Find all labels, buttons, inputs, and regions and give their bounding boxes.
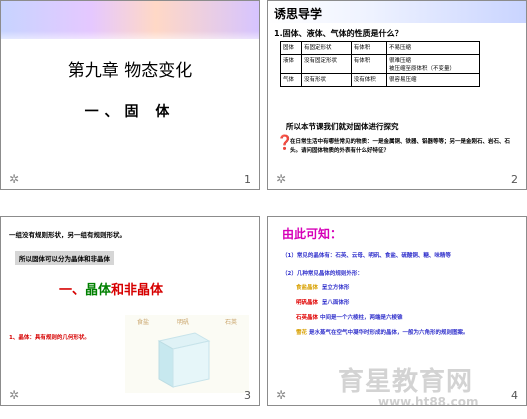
item-value: 呈立方体形 (321, 285, 350, 291)
list-item: 雪花 是水蒸气在空气中凝华时形成的晶体，一般为六角形的规则图案。 (296, 328, 516, 338)
table-cell: 固体 (280, 41, 302, 55)
gradient-banner (1, 1, 259, 47)
crystal-cube-image (157, 332, 211, 388)
slide-2-tail: 所以本节课我们就对固体进行探究 (286, 122, 399, 131)
title-red: 和非晶体 (111, 283, 164, 298)
item-value: 是水蒸气在空气中凝华时形成的晶体，一般为六角形的规则图案。 (308, 330, 469, 336)
transition-star-icon[interactable]: ✲ (276, 388, 286, 402)
slide-4-footer: ✲ 4 (268, 385, 526, 405)
slide-2-question: 1.固体、液体、气体的性质是什么？ (274, 29, 403, 38)
slide-3-footer: ✲ 3 (1, 385, 259, 405)
slide-3-title: 一、晶体和非晶体 (59, 279, 163, 298)
slide-1-title: 第九章 物态变化 (67, 61, 193, 81)
item-value: 呈八面体形 (321, 300, 350, 306)
slide-number: 4 (511, 388, 518, 402)
table-cell-extra: 被压缩至原体积（不变量） (389, 66, 456, 72)
title-green: 晶体 (85, 283, 112, 298)
slide-number: 2 (511, 172, 518, 186)
item-key: 石英晶体 (296, 315, 319, 321)
table-cell: 液体 (280, 54, 302, 74)
transition-star-icon[interactable]: ✲ (9, 388, 19, 402)
table-cell: 没有形状 (300, 73, 352, 87)
table-cell: 没有固定形状 (300, 54, 352, 74)
table-cell: 没有体积 (350, 73, 388, 87)
slide-3-box: 所以固体可以分为晶体和非晶体 (15, 251, 114, 265)
slide-1-thumbnail[interactable]: 第九章 物态变化 一、固 体 ✲ 1 (0, 0, 260, 190)
title-prefix: 一、 (59, 283, 86, 298)
item-key: 食盐晶体 (296, 285, 319, 291)
table-cell: 很难压缩被压缩至原体积（不变量） (386, 54, 480, 74)
slide-3-line: 一组没有规则形状，另一组有规则形状。 (9, 231, 126, 239)
crystal-image-panel: 食盐 明矾 石英 (125, 315, 249, 393)
slide-2-paragraph: 在日常生活中有哪些常见的物质：一是金属铜、铁器、铝器等等；另一是金刚石、岩石、石… (290, 139, 511, 154)
slide-4-line-2: （2）几种常见晶体的规则外形： (282, 271, 363, 277)
slide-2-thumbnail[interactable]: 诱思导学 1.固体、液体、气体的性质是什么？ 固体 有固定形状 有体积 不易压缩… (267, 0, 527, 190)
transition-star-icon[interactable]: ✲ (9, 172, 19, 186)
table-cell: 有体积 (350, 41, 388, 55)
slide-2-footer: ✲ 2 (268, 169, 526, 189)
table-cell: 有固定形状 (300, 41, 352, 55)
list-item: 石英晶体 中间是一个六棱柱，两端是六棱锥 (296, 313, 402, 321)
slide-4-heading: 由此可知： (282, 227, 343, 241)
table-cell: 气体 (280, 73, 302, 87)
slide-2-heading: 诱思导学 (274, 7, 323, 21)
slide-number: 3 (244, 388, 251, 402)
slide-3-thumbnail[interactable]: 一组没有规则形状，另一组有规则形状。 所以固体可以分为晶体和非晶体 一、晶体和非… (0, 216, 260, 406)
transition-star-icon[interactable]: ✲ (276, 172, 286, 186)
slide-4-line-1: （1）常见的晶体有：石英、云母、明矾、食盐、硫酸铜、糖、味精等 (282, 253, 451, 259)
slide-number: 1 (244, 172, 251, 186)
table-cell: 有体积 (350, 54, 388, 74)
slide-3-note: 1、晶体：具有规则的几何形状。 (9, 335, 90, 341)
table-row: 液体 没有固定形状 有体积 很难压缩被压缩至原体积（不变量） (280, 54, 480, 74)
item-key: 明矾晶体 (296, 300, 319, 306)
slide-4-thumbnail[interactable]: 由此可知： （1）常见的晶体有：石英、云母、明矾、食盐、硫酸铜、糖、味精等 （2… (267, 216, 527, 406)
table-cell: 不易压缩 (386, 41, 480, 55)
cube-label-salt: 食盐 (137, 319, 150, 326)
slide-1-footer: ✲ 1 (1, 169, 259, 189)
cube-label-quartz: 石英 (225, 319, 238, 326)
list-item: 明矾晶体 呈八面体形 (296, 298, 349, 306)
list-item: 食盐晶体 呈立方体形 (296, 283, 349, 291)
item-key: 雪花 (296, 330, 308, 336)
table-row: 气体 没有形状 没有体积 很容易压缩 (280, 73, 480, 87)
table-cell-text: 很难压缩 (389, 58, 412, 64)
slide-1-subtitle: 一、固 体 (84, 104, 176, 120)
table-cell: 很容易压缩 (386, 73, 480, 87)
table-row: 固体 有固定形状 有体积 不易压缩 (280, 41, 480, 55)
cube-label-alum: 明矾 (177, 319, 190, 326)
properties-table: 固体 有固定形状 有体积 不易压缩 液体 没有固定形状 有体积 很难压缩被压缩至… (280, 41, 480, 87)
item-value: 中间是一个六棱柱，两端是六棱锥 (319, 315, 403, 321)
